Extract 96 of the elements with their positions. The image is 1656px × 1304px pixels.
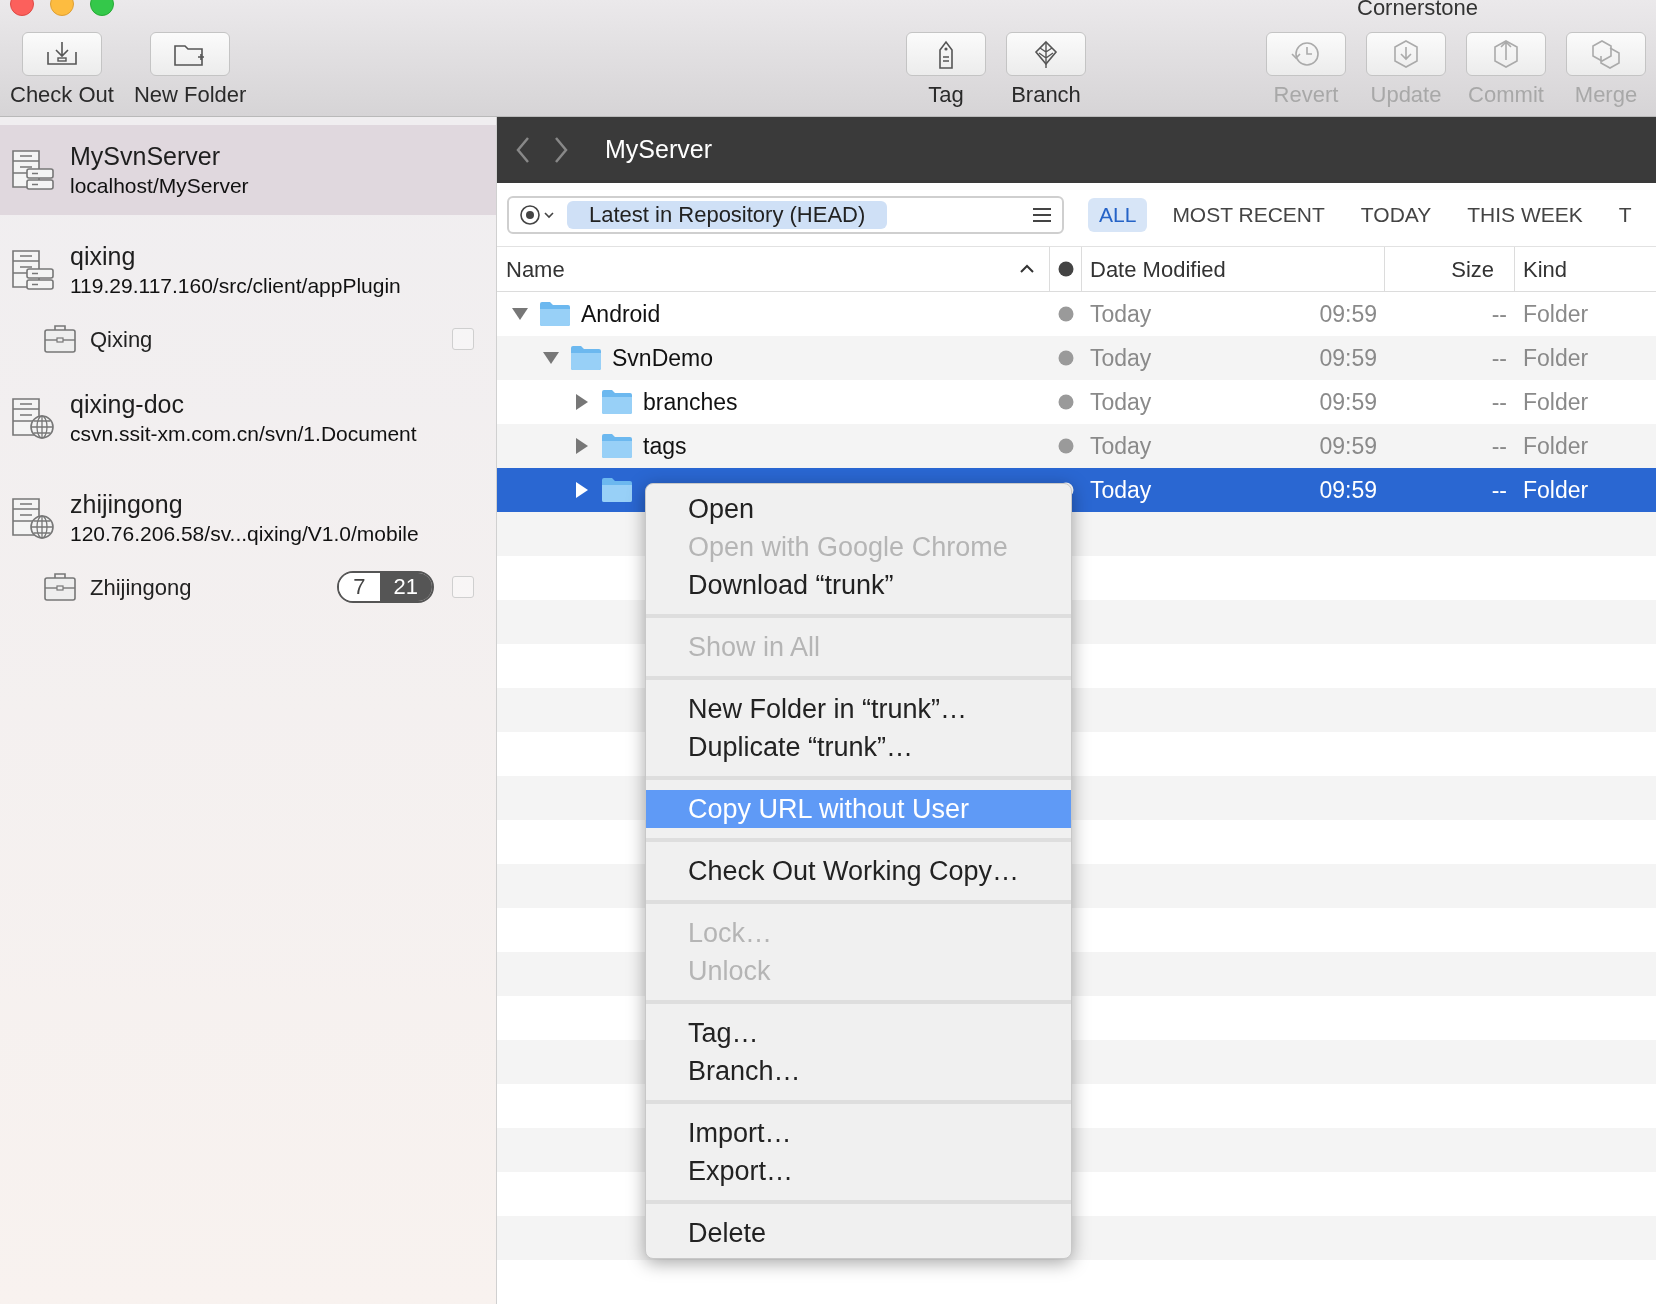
menu-item[interactable]: Import… [646,1114,1071,1152]
filter-tab[interactable]: T [1607,197,1643,232]
toolbar-label: New Folder [133,82,247,108]
briefcase-icon [44,572,76,602]
path-title: MyServer [605,134,712,166]
folder-icon [601,389,633,415]
server-icon [10,247,56,293]
column-header[interactable]: Size [1385,247,1515,291]
server-globe-icon [10,495,56,541]
size-cell-text: -- [1491,343,1507,373]
kind-cell-text: Folder [1522,299,1589,329]
checkout-button[interactable] [21,32,102,76]
status-dot-icon[interactable] [1057,261,1074,277]
repository-item[interactable]: qixing-doc csvn.ssit-xm.com.cn/svn/1.Document [0,373,496,463]
folder-icon [570,345,602,371]
working-copy-name: Qixing [90,325,154,354]
size-cell-text: -- [1491,475,1507,505]
status-dot-icon [1058,306,1074,322]
file-name: branches [643,387,738,417]
folder-icon [539,301,571,327]
menu-item[interactable]: Check Out Working Copy… [646,852,1071,890]
filter-tab[interactable]: TODAY [1349,197,1443,232]
toolbar-label: Tag [928,82,964,108]
filter-tab[interactable]: ALL [1088,197,1148,232]
working-copy-item[interactable]: Zhijingong 7 21 [0,563,496,611]
sort-ascending-icon[interactable] [1019,264,1035,274]
repository-address: 120.76.206.58/sv...qixing/V1.0/mobile [70,520,419,547]
status-dot-icon [1058,394,1074,410]
date-cell-text: Today [1090,431,1153,461]
column-header[interactable]: Kind [1515,247,1568,291]
menu-item[interactable]: Tag… [646,1014,1071,1052]
time-cell-text: 09:59 [1319,475,1377,505]
filter-tab[interactable]: MOST RECENT [1161,197,1336,232]
table-row[interactable]: SvnDemo Today 09:59 -- Folder [497,336,1656,380]
time-cell-text: 09:59 [1319,343,1377,373]
back-icon[interactable] [515,136,531,164]
column-header[interactable]: Name [506,252,1019,286]
size-cell-text: -- [1491,299,1507,329]
menu-item[interactable]: Export… [646,1152,1071,1190]
repository-address: csvn.ssit-xm.com.cn/svn/1.Document [70,420,417,447]
filter-tab[interactable]: THIS WEEK [1456,197,1594,232]
checkbox[interactable] [452,328,474,350]
status-dot-icon [1058,438,1074,454]
status-dot-icon [1058,350,1074,366]
menu-item[interactable]: Branch… [646,1052,1071,1090]
repository-item[interactable]: zhijingong 120.76.206.58/sv...qixing/V1.0/mobile [0,473,496,563]
time-cell-text: 09:59 [1319,299,1377,329]
repository-item[interactable]: qixing 119.29.117.160/src/client/appPlugin [0,225,496,315]
toolbar-label: Branch [1011,82,1081,108]
toolbar-label: Check Out [10,82,114,108]
working-copy-name: Zhijingong [90,573,193,602]
repository-item[interactable]: MySvnServer localhost/MyServer [0,125,496,215]
kind-cell-text: Folder [1522,431,1589,461]
repository-address: 119.29.117.160/src/client/appPlugin [70,272,401,299]
repository-name: qixing [70,240,137,272]
column-header[interactable]: Date Modified [1082,247,1385,291]
revision-token: Latest in Repository (HEAD) [567,200,888,229]
menu-icon[interactable] [1032,206,1052,223]
kind-cell-text: Folder [1522,343,1589,373]
size-cell-text: -- [1491,431,1507,461]
change-count-badge: 7 21 [337,571,434,603]
repository-name: qixing-doc [70,388,185,420]
menu-item[interactable]: Download “trunk” [646,566,1071,604]
revision-field[interactable]: Latest in Repository (HEAD) [507,195,1064,234]
repository-name: zhijingong [70,488,184,520]
time-cell-text: 09:59 [1319,387,1377,417]
kind-cell-text: Folder [1522,475,1589,505]
time-cell-text: 09:59 [1319,431,1377,461]
forward-icon[interactable] [553,136,569,164]
repository-name: MySvnServer [70,140,222,172]
briefcase-icon [44,324,76,354]
menu-item[interactable]: Duplicate “trunk”… [646,728,1071,766]
date-cell-text: Today [1090,299,1153,329]
folder-icon [601,477,633,503]
merge-button[interactable] [1566,32,1646,76]
file-name: Android [581,299,661,329]
kind-cell-text: Folder [1522,387,1589,417]
date-cell-text: Today [1090,343,1153,373]
file-name: tags [643,431,687,461]
menu-item[interactable]: Delete [646,1214,1071,1252]
new-folder-button[interactable] [150,32,231,76]
file-name: SvnDemo [612,343,713,373]
server-globe-icon [10,395,56,441]
tag-button[interactable] [906,32,986,76]
repository-address: localhost/MyServer [70,172,249,199]
working-copy-item[interactable]: Qixing [0,315,496,363]
size-cell-text: -- [1491,387,1507,417]
date-cell-text: Today [1090,475,1153,505]
folder-icon [601,433,633,459]
server-icon [10,147,56,193]
menu-item[interactable]: New Folder in “trunk”… [646,690,1071,728]
checkbox[interactable] [452,576,474,598]
table-row[interactable]: tags Today 09:59 -- Folder [497,424,1656,468]
date-cell-text: Today [1090,387,1153,417]
window-title: Cornerstone [1357,0,1479,20]
branch-button[interactable] [1006,32,1086,76]
